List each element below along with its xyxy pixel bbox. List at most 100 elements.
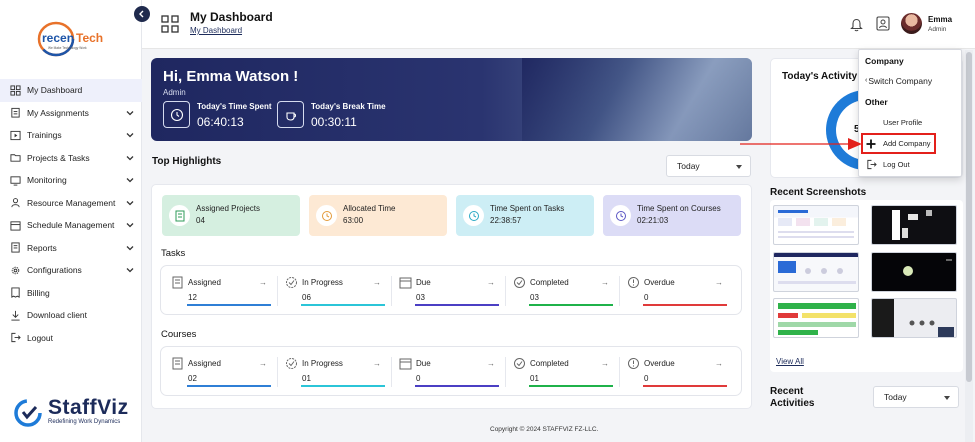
highlight-card-time-spent-courses[interactable]: Time Spent on Courses 02:21:03 xyxy=(603,195,741,236)
chevron-down-icon xyxy=(126,245,134,250)
cell-value: 12 xyxy=(188,293,197,302)
sidebar-item-label: My Dashboard xyxy=(27,85,83,96)
screenshot-thumbnail[interactable] xyxy=(871,205,957,245)
monitor-icon xyxy=(10,175,21,186)
sidebar-item-trainings[interactable]: Trainings xyxy=(0,124,142,147)
course-cell-in-progress[interactable]: In Progress → 01 xyxy=(283,347,391,397)
screenshot-thumbnail[interactable] xyxy=(773,298,859,338)
user-profile-item[interactable]: User Profile xyxy=(865,113,957,132)
sidebar-item-configurations[interactable]: Configurations xyxy=(0,259,142,282)
sidebar-item-billing[interactable]: Billing xyxy=(0,282,142,305)
break-time-value: 00:30:11 xyxy=(311,115,357,129)
course-cell-due[interactable]: Due → 0 xyxy=(397,347,505,397)
time-spent-value: 06:40:13 xyxy=(197,115,244,129)
completed-icon xyxy=(514,277,525,288)
top-header: My Dashboard My Dashboard Emma Admin xyxy=(142,0,975,49)
task-cell-overdue[interactable]: Overdue → 0 xyxy=(625,266,733,316)
svg-text:We Make Technology Work: We Make Technology Work xyxy=(48,46,87,50)
cell-bar xyxy=(187,385,271,387)
add-company-highlight-box xyxy=(861,133,936,154)
brand-tagline: Redefining Work Dynamics xyxy=(48,419,121,425)
bell-icon[interactable] xyxy=(850,17,863,32)
page-scrollbar[interactable] xyxy=(965,50,973,442)
cell-value: 06 xyxy=(302,293,311,302)
sidebar: recen Tech We Make Technology Work My Da… xyxy=(0,0,142,442)
chevron-left-icon xyxy=(139,10,144,18)
chevron-down-icon xyxy=(126,155,134,160)
view-all-link[interactable]: View All xyxy=(776,357,804,366)
caret-down-icon xyxy=(944,396,950,400)
divider xyxy=(619,276,620,306)
screenshot-thumbnail[interactable] xyxy=(871,252,957,292)
task-cell-in-progress[interactable]: In Progress → 06 xyxy=(283,266,391,316)
staffviz-brand: StaffViz Redefining Work Dynamics xyxy=(14,396,134,432)
user-role: Admin xyxy=(928,26,947,33)
course-cell-overdue[interactable]: Overdue → 0 xyxy=(625,347,733,397)
cell-bar xyxy=(529,385,613,387)
sidebar-item-monitoring[interactable]: Monitoring xyxy=(0,169,142,192)
activities-filter-select[interactable]: Today xyxy=(873,386,959,408)
switch-company-item[interactable]: ‹ Switch Company xyxy=(865,71,957,90)
in-progress-icon xyxy=(286,277,297,288)
sidebar-item-my-assignments[interactable]: My Assignments xyxy=(0,102,142,125)
log-out-item[interactable]: Log Out xyxy=(865,155,957,174)
sidebar-item-logout[interactable]: Logout xyxy=(0,327,142,350)
greeting-role: Admin xyxy=(163,88,186,97)
assigned-icon xyxy=(172,357,183,370)
arrow-right-icon: → xyxy=(259,359,267,368)
sidebar-item-projects-tasks[interactable]: Projects & Tasks xyxy=(0,147,142,170)
break-time-icon xyxy=(277,101,304,128)
cell-label: Due xyxy=(416,278,431,287)
task-cell-assigned[interactable]: Assigned → 12 xyxy=(169,266,277,316)
sidebar-item-my-dashboard[interactable]: My Dashboard xyxy=(0,79,142,102)
avatar[interactable] xyxy=(901,13,922,34)
task-cell-completed[interactable]: Completed → 03 xyxy=(511,266,619,316)
sidebar-item-download-client[interactable]: Download client xyxy=(0,304,142,327)
page-title: My Dashboard xyxy=(190,10,273,24)
highlight-card-allocated-time[interactable]: Allocated Time 63:00 xyxy=(309,195,447,236)
in-progress-icon xyxy=(286,358,297,369)
breadcrumb[interactable]: My Dashboard xyxy=(190,26,242,35)
arrow-right-icon: → xyxy=(487,278,495,287)
red-arrow-annotation xyxy=(740,138,862,150)
overdue-icon xyxy=(628,277,639,288)
course-cell-assigned[interactable]: Assigned → 02 xyxy=(169,347,277,397)
sidebar-item-reports[interactable]: Reports xyxy=(0,237,142,260)
highlight-card-assigned-projects[interactable]: Assigned Projects 04 xyxy=(162,195,300,236)
brand-name: StaffViz xyxy=(48,396,129,419)
sidebar-item-schedule-management[interactable]: Schedule Management xyxy=(0,214,142,237)
log-out-label: Log Out xyxy=(883,160,910,169)
company-logo: recen Tech We Make Technology Work xyxy=(36,20,108,58)
arrow-right-icon: → xyxy=(487,359,495,368)
due-icon xyxy=(399,277,412,289)
highlight-card-time-spent-tasks[interactable]: Time Spent on Tasks 22:38:57 xyxy=(456,195,594,236)
sidebar-item-label: Monitoring xyxy=(27,175,67,186)
resource-icon xyxy=(10,197,21,208)
cell-label: Overdue xyxy=(644,359,675,368)
dashboard-icon xyxy=(161,15,179,33)
grid-icon xyxy=(10,85,21,96)
highlights-filter-select[interactable]: Today xyxy=(666,155,751,177)
banner-image xyxy=(522,58,752,141)
divider xyxy=(505,357,506,387)
task-cell-due[interactable]: Due → 03 xyxy=(397,266,505,316)
overdue-icon xyxy=(628,358,639,369)
cell-value: 01 xyxy=(530,374,539,383)
sidebar-item-resource-management[interactable]: Resource Management xyxy=(0,192,142,215)
course-cell-completed[interactable]: Completed → 01 xyxy=(511,347,619,397)
scrollbar-thumb[interactable] xyxy=(966,52,972,382)
screenshot-thumbnail[interactable] xyxy=(773,205,859,245)
screenshot-thumbnail[interactable] xyxy=(871,298,957,338)
collapse-sidebar-button[interactable] xyxy=(134,6,150,22)
sidebar-item-label: Download client xyxy=(27,310,88,321)
highlight-label: Assigned Projects xyxy=(196,204,261,213)
footer-copyright: Copyright © 2024 STAFFVIZ FZ-LLC. xyxy=(490,426,599,433)
cell-label: In Progress xyxy=(302,359,343,368)
divider xyxy=(277,357,278,387)
screenshot-thumbnail[interactable] xyxy=(773,252,859,292)
user-name[interactable]: Emma xyxy=(928,15,952,24)
profile-card-icon[interactable] xyxy=(876,16,890,31)
highlight-value: 63:00 xyxy=(343,216,364,225)
arrow-right-icon: → xyxy=(715,278,723,287)
arrow-right-icon: → xyxy=(601,278,609,287)
